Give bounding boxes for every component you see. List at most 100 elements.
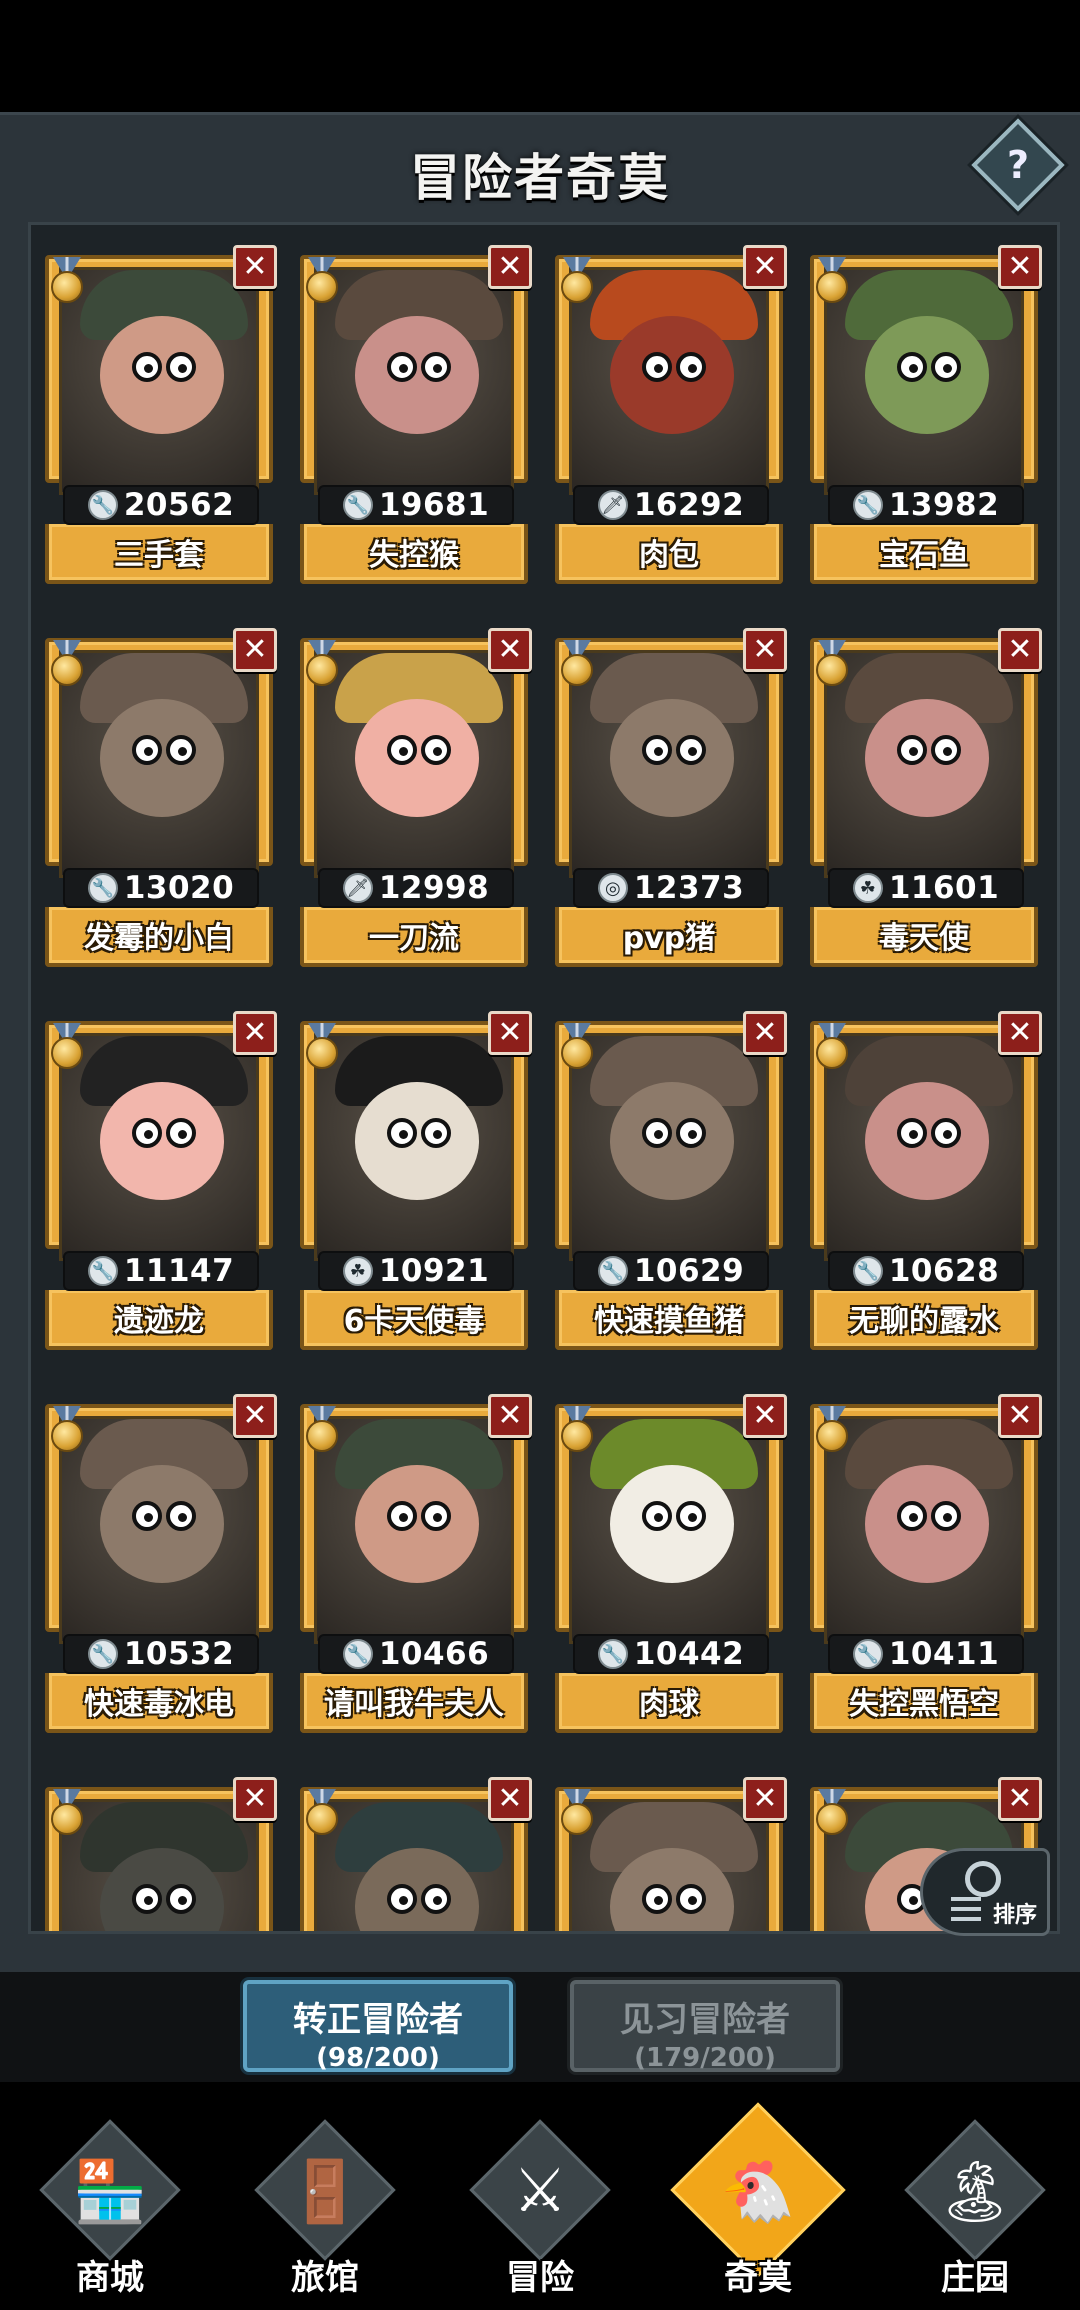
power-value: 10921 (378, 1253, 490, 1289)
chimo-mascot-icon: 🐔 (670, 2102, 846, 2278)
tab-official-adventurers[interactable]: 转正冒险者 (98/200) (243, 1980, 513, 2073)
tab-count: (98/200) (316, 2043, 440, 2073)
remove-button[interactable]: ✕ (233, 245, 277, 289)
inn-gate-icon: 🚪 (254, 2119, 396, 2261)
medal-icon (557, 257, 597, 309)
adventurer-grid: ✕ 🔧 20562 三手套 ✕ 🔧 19681 失控猴 ✕ 🗡 16292 肉包 ✕ 🔧 13982 宝石鱼 ✕… (45, 245, 1049, 1931)
nav-item-chimo[interactable]: 🐔 奇莫 (658, 2100, 858, 2310)
power-bar: 🗡 16292 (573, 485, 769, 525)
wrench-icon: 🔧 (597, 1256, 628, 1286)
adventurer-grid-frame[interactable]: ✕ 🔧 20562 三手套 ✕ 🔧 19681 失控猴 ✕ 🗡 16292 肉包 ✕ 🔧 13982 宝石鱼 ✕… (28, 222, 1060, 1934)
remove-button[interactable]: ✕ (488, 1777, 532, 1821)
remove-button[interactable]: ✕ (998, 1777, 1042, 1821)
remove-button[interactable]: ✕ (488, 1394, 532, 1438)
remove-button[interactable]: ✕ (233, 1777, 277, 1821)
power-bar: ☘ 11601 (828, 868, 1024, 908)
nav-label: 旅馆 (291, 2258, 359, 2298)
sword-icon: 🗡 (597, 490, 628, 520)
adventurer-card[interactable]: ✕ ☘ 10921 6卡天使毒 (300, 1011, 532, 1350)
tab-label: 见习冒险者 (620, 2000, 790, 2040)
adventurer-name: 三手套 (114, 538, 204, 573)
close-icon: ✕ (1007, 1781, 1033, 1816)
nav-item-shop[interactable]: 🏪 商城 (10, 2100, 210, 2310)
remove-button[interactable]: ✕ (743, 628, 787, 672)
power-value: 19681 (378, 487, 490, 523)
name-plate: 宝石鱼 (810, 524, 1038, 584)
remove-button[interactable]: ✕ (233, 1011, 277, 1055)
name-plate: 毒天使 (810, 907, 1038, 967)
adventurer-portrait (824, 650, 1024, 878)
power-value: 13020 (123, 870, 235, 906)
adventurer-card[interactable]: ✕ 🔧 10442 肉球 (555, 1394, 787, 1733)
adventurer-name: 一刀流 (369, 921, 459, 956)
power-value: 20562 (123, 487, 235, 523)
remove-button[interactable]: ✕ (743, 1011, 787, 1055)
nav-item-adventure[interactable]: ⚔ 冒险 (440, 2100, 640, 2310)
adventurer-card[interactable]: ✕ 🔧 10532 快速毒冰电 (45, 1394, 277, 1733)
close-icon: ✕ (752, 1398, 778, 1433)
remove-button[interactable]: ✕ (488, 245, 532, 289)
adventurer-card[interactable]: ✕ (45, 1777, 277, 1931)
remove-button[interactable]: ✕ (743, 1394, 787, 1438)
manor-island-icon: 🏝 (904, 2119, 1046, 2261)
name-plate: 肉球 (555, 1673, 783, 1733)
remove-button[interactable]: ✕ (743, 245, 787, 289)
remove-button[interactable]: ✕ (998, 628, 1042, 672)
adventurer-card[interactable]: ✕ 🗡 16292 肉包 (555, 245, 787, 584)
power-bar: ◎ 12373 (573, 868, 769, 908)
adventurer-card[interactable]: ✕ (300, 1777, 532, 1931)
adventurer-card[interactable]: ✕ 🔧 13982 宝石鱼 (810, 245, 1042, 584)
sort-button[interactable]: 排序 (920, 1848, 1050, 1936)
adventurer-card[interactable]: ✕ 🔧 11147 遗迹龙 (45, 1011, 277, 1350)
adventurer-portrait (569, 1033, 769, 1261)
adventurer-card[interactable]: ✕ 🔧 19681 失控猴 (300, 245, 532, 584)
medal-icon (302, 1023, 342, 1075)
medal-icon (812, 257, 852, 309)
power-value: 10532 (123, 1636, 235, 1672)
medal-icon (302, 257, 342, 309)
remove-button[interactable]: ✕ (488, 628, 532, 672)
adventurer-card[interactable]: ✕ 🔧 10629 快速摸鱼猪 (555, 1011, 787, 1350)
power-bar: 🔧 19681 (318, 485, 514, 525)
remove-button[interactable]: ✕ (998, 245, 1042, 289)
adventurer-card[interactable]: ✕ 🔧 20562 三手套 (45, 245, 277, 584)
remove-button[interactable]: ✕ (743, 1777, 787, 1821)
remove-button[interactable]: ✕ (488, 1011, 532, 1055)
adventurer-card[interactable]: ✕ 🔧 10466 请叫我牛夫人 (300, 1394, 532, 1733)
close-icon: ✕ (242, 1015, 268, 1050)
close-icon: ✕ (1007, 1398, 1033, 1433)
close-icon: ✕ (497, 1398, 523, 1433)
nav-item-manor[interactable]: 🏝 庄园 (875, 2100, 1075, 2310)
close-icon: ✕ (497, 1781, 523, 1816)
remove-button[interactable]: ✕ (998, 1011, 1042, 1055)
adventurer-card[interactable]: ✕ 🗡 12998 一刀流 (300, 628, 532, 967)
power-bar: 🔧 10628 (828, 1251, 1024, 1291)
wrench-icon: 🔧 (87, 490, 118, 520)
remove-button[interactable]: ✕ (998, 1394, 1042, 1438)
close-icon: ✕ (752, 632, 778, 667)
adventurer-card[interactable]: ✕ 🔧 13020 发霉的小白 (45, 628, 277, 967)
nav-label: 商城 (76, 2258, 144, 2298)
power-value: 11147 (123, 1253, 235, 1289)
nav-item-inn[interactable]: 🚪 旅馆 (225, 2100, 425, 2310)
power-value: 12998 (378, 870, 490, 906)
name-plate: 失控黑悟空 (810, 1673, 1038, 1733)
question-mark-icon: ? (1006, 143, 1030, 187)
medal-icon (302, 640, 342, 692)
adventurer-card[interactable]: ✕ 🔧 10628 无聊的露水 (810, 1011, 1042, 1350)
tab-trainee-adventurers[interactable]: 见习冒险者 (179/200) (570, 1980, 840, 2073)
wrench-icon: 🔧 (852, 1639, 883, 1669)
adventurer-card[interactable]: ✕ (555, 1777, 787, 1931)
shop-icon: 🏪 (39, 2119, 181, 2261)
adventurer-name: 宝石鱼 (879, 538, 969, 573)
adventurer-card[interactable]: ✕ ◎ 12373 pvp猪 (555, 628, 787, 967)
adventurer-name: 6卡天使毒 (343, 1304, 485, 1339)
medal-icon (302, 1406, 342, 1458)
remove-button[interactable]: ✕ (233, 1394, 277, 1438)
adventurer-card[interactable]: ✕ ☘ 11601 毒天使 (810, 628, 1042, 967)
remove-button[interactable]: ✕ (233, 628, 277, 672)
power-bar: 🔧 11147 (63, 1251, 259, 1291)
adventurer-card[interactable]: ✕ 🔧 10411 失控黑悟空 (810, 1394, 1042, 1733)
magnifier-icon (965, 1861, 1001, 1897)
power-bar: 🔧 20562 (63, 485, 259, 525)
